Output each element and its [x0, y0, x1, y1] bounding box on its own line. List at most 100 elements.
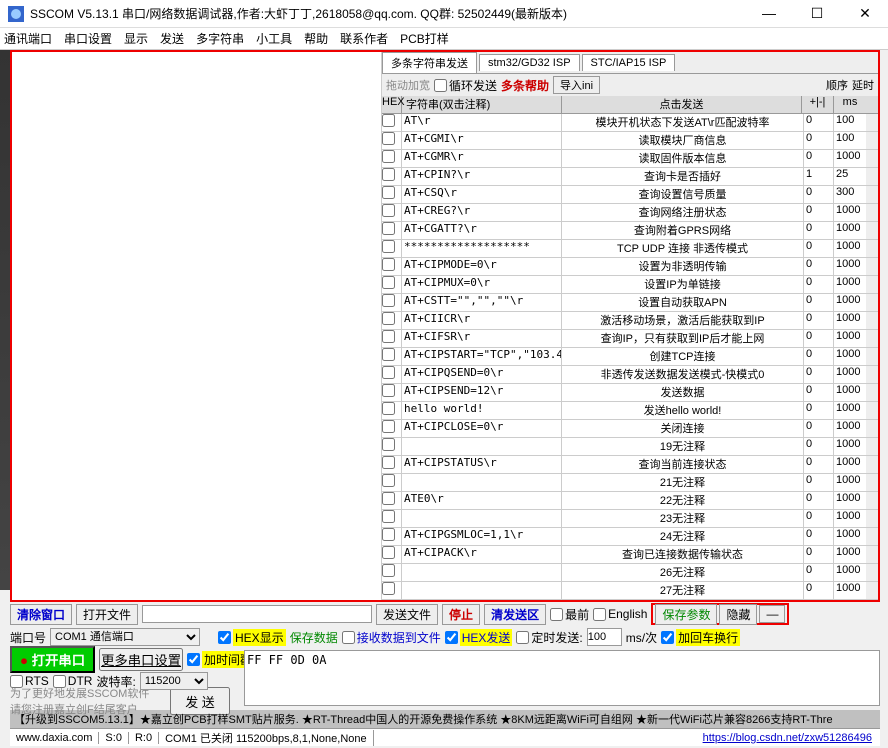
row-hex-checkbox[interactable]	[382, 384, 395, 397]
hide-button[interactable]: 隐藏	[719, 604, 757, 625]
scrollbar-track[interactable]	[866, 546, 878, 563]
row-hex-checkbox[interactable]	[382, 204, 395, 217]
scrollbar-track[interactable]	[866, 258, 878, 275]
row-command[interactable]: AT+CIPMODE=0\r	[402, 258, 562, 275]
row-order[interactable]: 0	[804, 564, 834, 581]
row-hex-checkbox[interactable]	[382, 150, 395, 163]
row-note-button[interactable]: 激活移动场景，激活后能获取到IP	[562, 312, 804, 329]
drag-widen-label[interactable]: 拖动加宽	[386, 77, 430, 93]
row-note-button[interactable]: 21无注释	[562, 474, 804, 491]
row-command[interactable]: AT+CIPSTART="TCP","103.4	[402, 348, 562, 365]
scrollbar-track[interactable]	[866, 366, 878, 383]
row-note-button[interactable]: 查询当前连接状态	[562, 456, 804, 473]
more-settings-button[interactable]: 更多串口设置	[99, 648, 183, 671]
minimize-button[interactable]: —	[754, 5, 784, 22]
menu-item-6[interactable]: 帮助	[304, 30, 328, 47]
row-note-button[interactable]: 读取固件版本信息	[562, 150, 804, 167]
row-command[interactable]: AT+CGATT?\r	[402, 222, 562, 239]
scrollbar-track[interactable]	[866, 474, 878, 491]
row-note-button[interactable]: 查询已连接数据传输状态	[562, 546, 804, 563]
plus-minus-header[interactable]: +|-|	[802, 96, 834, 113]
row-note-button[interactable]: 设置自动获取APN	[562, 294, 804, 311]
status-link[interactable]: https://blog.csdn.net/zxw51286496	[703, 732, 880, 744]
row-hex-checkbox[interactable]	[382, 132, 395, 145]
row-note-button[interactable]: 26无注释	[562, 564, 804, 581]
scrollbar-track[interactable]	[866, 312, 878, 329]
row-order[interactable]: 1	[804, 168, 834, 185]
row-delay[interactable]: 1000	[834, 384, 866, 401]
scrollbar-track[interactable]	[866, 420, 878, 437]
timed-interval-input[interactable]	[587, 628, 622, 646]
scrollbar-track[interactable]	[866, 240, 878, 257]
close-button[interactable]: ✕	[850, 5, 880, 22]
port-select[interactable]: COM1 通信端口	[50, 628, 200, 646]
row-command[interactable]: AT+CIPGSMLOC=1,1\r	[402, 528, 562, 545]
import-ini-button[interactable]: 导入ini	[553, 76, 600, 94]
open-file-button[interactable]: 打开文件	[76, 604, 138, 625]
scrollbar-track[interactable]	[866, 168, 878, 185]
row-order[interactable]: 0	[804, 258, 834, 275]
row-order[interactable]: 0	[804, 150, 834, 167]
row-delay[interactable]: 25	[834, 168, 866, 185]
row-note-button[interactable]: 发送hello world!	[562, 402, 804, 419]
row-command[interactable]: AT\r	[402, 114, 562, 131]
menu-item-1[interactable]: 串口设置	[64, 30, 112, 47]
row-hex-checkbox[interactable]	[382, 348, 395, 361]
clear-send-area-button[interactable]: 清发送区	[484, 604, 546, 625]
row-command[interactable]: ATE0\r	[402, 492, 562, 509]
save-data-link[interactable]: 保存数据	[290, 629, 338, 646]
row-hex-checkbox[interactable]	[382, 510, 395, 523]
open-serial-toggle-button[interactable]: ● 打开串口	[10, 646, 95, 673]
row-note-button[interactable]: TCP UDP 连接 非透传模式	[562, 240, 804, 257]
row-note-button[interactable]: 设置为非透明传输	[562, 258, 804, 275]
hex-display-checkbox[interactable]: HEX显示	[218, 629, 286, 646]
row-hex-checkbox[interactable]	[382, 240, 395, 253]
row-order[interactable]: 0	[804, 474, 834, 491]
scrollbar-track[interactable]	[866, 150, 878, 167]
row-note-button[interactable]: 读取模块厂商信息	[562, 132, 804, 149]
row-order[interactable]: 0	[804, 384, 834, 401]
maximize-button[interactable]: ☐	[802, 5, 832, 22]
row-hex-checkbox[interactable]	[382, 474, 395, 487]
row-delay[interactable]: 1000	[834, 438, 866, 455]
row-command[interactable]: AT+CSQ\r	[402, 186, 562, 203]
row-note-button[interactable]: 查询卡是否插好	[562, 168, 804, 185]
clear-window-button[interactable]: 清除窗口	[10, 604, 72, 625]
row-delay[interactable]: 1000	[834, 294, 866, 311]
timed-send-checkbox[interactable]: 定时发送:	[516, 629, 582, 646]
row-order[interactable]: 0	[804, 294, 834, 311]
tab-1[interactable]: stm32/GD32 ISP	[479, 54, 580, 71]
row-note-button[interactable]: 发送数据	[562, 384, 804, 401]
row-note-button[interactable]: 查询IP，只有获取到IP后才能上网	[562, 330, 804, 347]
send-file-button[interactable]: 发送文件	[376, 604, 438, 625]
row-order[interactable]: 0	[804, 402, 834, 419]
send-textarea[interactable]: FF FF 0D 0A	[244, 650, 880, 706]
row-order[interactable]: 0	[804, 348, 834, 365]
rts-checkbox[interactable]: RTS	[10, 674, 49, 688]
menu-item-2[interactable]: 显示	[124, 30, 148, 47]
hex-send-checkbox[interactable]: HEX发送	[445, 629, 513, 646]
loop-send-checkbox[interactable]: 循环发送	[434, 77, 497, 94]
add-crlf-checkbox[interactable]: 加回车换行	[661, 629, 740, 646]
row-hex-checkbox[interactable]	[382, 456, 395, 469]
row-command[interactable]: AT+CREG?\r	[402, 204, 562, 221]
row-command[interactable]: AT+CSTT="","",""\r	[402, 294, 562, 311]
row-delay[interactable]: 1000	[834, 258, 866, 275]
row-hex-checkbox[interactable]	[382, 528, 395, 541]
row-command[interactable]: AT+CIPMUX=0\r	[402, 276, 562, 293]
row-command[interactable]: AT+CIPSEND=12\r	[402, 384, 562, 401]
row-command[interactable]: AT+CIPSTATUS\r	[402, 456, 562, 473]
row-command[interactable]: AT+CPIN?\r	[402, 168, 562, 185]
scrollbar-track[interactable]	[866, 222, 878, 239]
row-delay[interactable]: 1000	[834, 276, 866, 293]
row-note-button[interactable]: 查询网络注册状态	[562, 204, 804, 221]
row-command[interactable]	[402, 510, 562, 527]
row-command[interactable]	[402, 564, 562, 581]
row-delay[interactable]: 1000	[834, 330, 866, 347]
row-command[interactable]	[402, 438, 562, 455]
row-delay[interactable]: 1000	[834, 204, 866, 221]
scrollbar-track[interactable]	[866, 492, 878, 509]
row-delay[interactable]: 1000	[834, 546, 866, 563]
row-delay[interactable]: 100	[834, 132, 866, 149]
row-hex-checkbox[interactable]	[382, 420, 395, 433]
